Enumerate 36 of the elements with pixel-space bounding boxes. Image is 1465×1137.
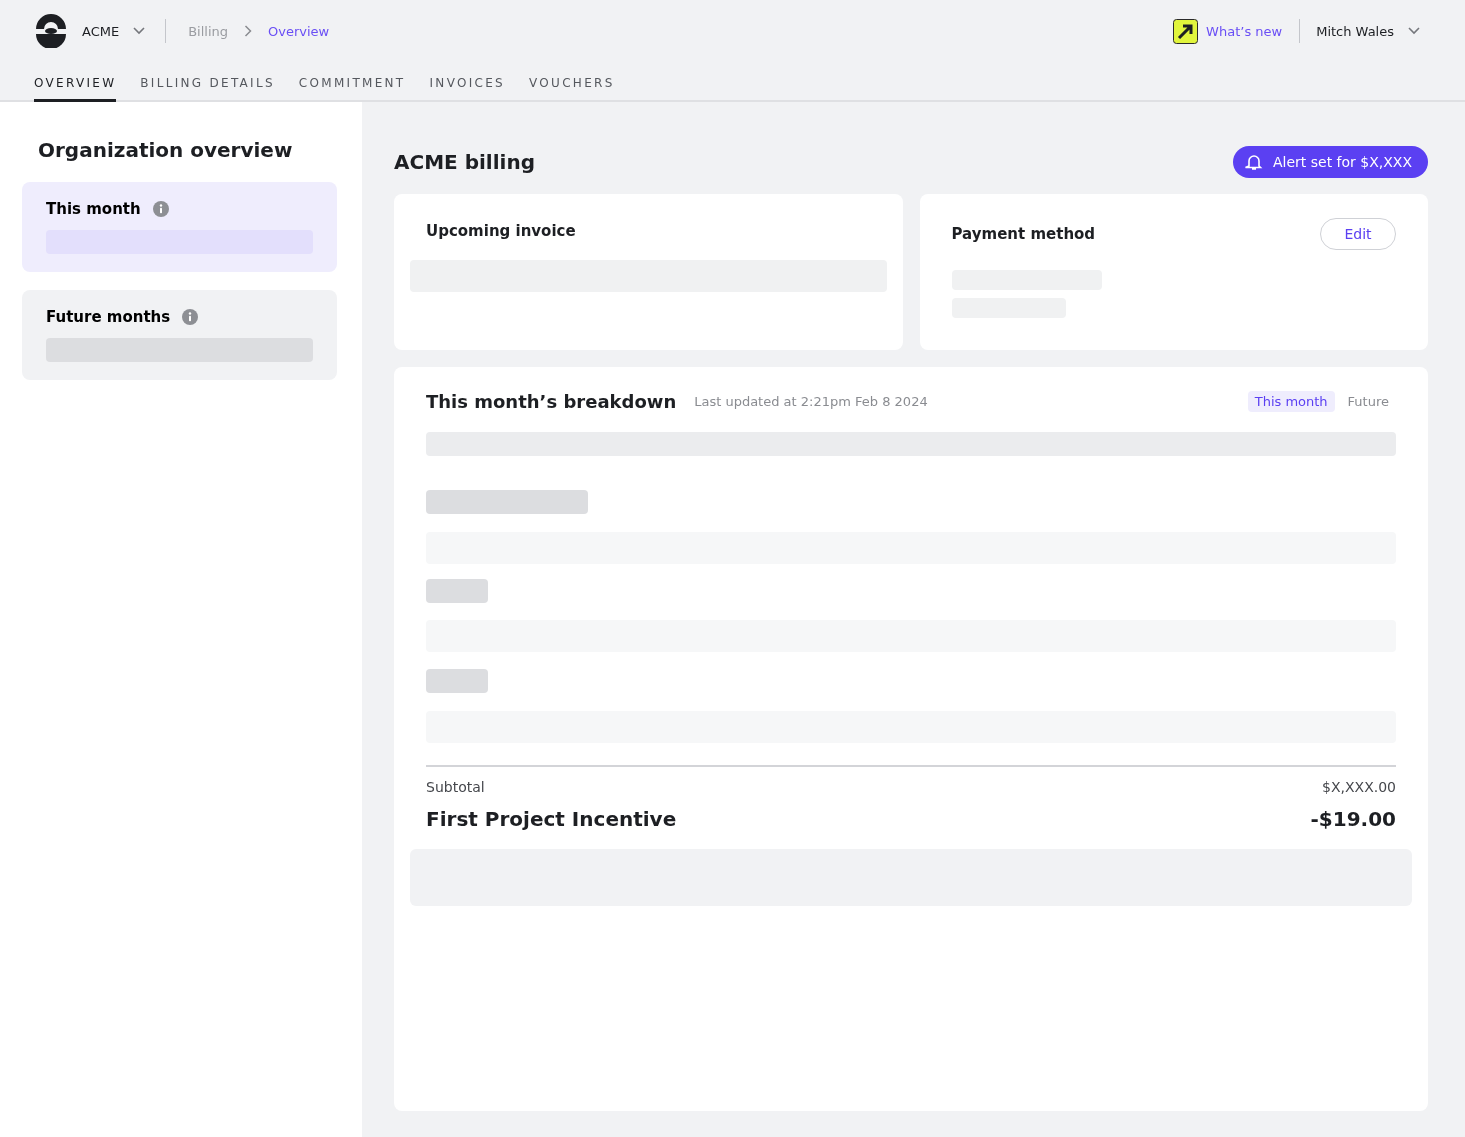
chevron-right-icon bbox=[244, 25, 253, 38]
last-updated-text: Last updated at 2:21pm Feb 8 2024 bbox=[694, 394, 928, 409]
edit-button[interactable]: Edit bbox=[1320, 218, 1396, 250]
subtotal-value: $X,XXX.00 bbox=[1322, 779, 1396, 795]
incentive-label: First Project Incentive bbox=[426, 807, 677, 831]
summary-card[interactable]: Future months bbox=[22, 290, 337, 380]
user-name[interactable]: Mitch Wales bbox=[1316, 23, 1394, 39]
loading-bar bbox=[426, 669, 488, 693]
page-title: ACME billing bbox=[394, 150, 535, 174]
alert-button[interactable]: Alert set for $X,XXX bbox=[1232, 146, 1428, 178]
nav-tab[interactable]: VOUCHERS bbox=[529, 62, 615, 102]
whats-new-link[interactable]: What’s new bbox=[1206, 23, 1283, 39]
chevron-down-icon[interactable] bbox=[133, 27, 146, 36]
subtotal-label: Subtotal bbox=[426, 779, 485, 795]
info-icon[interactable] bbox=[182, 309, 199, 325]
nav-tab[interactable]: INVOICES bbox=[429, 62, 505, 102]
nav-tab[interactable]: COMMITMENT bbox=[298, 62, 406, 102]
card-title: Upcoming invoice bbox=[425, 222, 577, 240]
info-icon[interactable] bbox=[152, 201, 169, 217]
card-label: Future months bbox=[46, 308, 171, 326]
incentive-value: -$19.00 bbox=[1310, 807, 1396, 831]
period-toggle[interactable]: Future bbox=[1340, 391, 1396, 412]
loading-bar bbox=[426, 579, 488, 603]
bell-icon bbox=[1244, 153, 1263, 171]
chevron-down-icon[interactable] bbox=[1408, 27, 1420, 36]
org-name: ACME bbox=[82, 23, 120, 39]
breadcrumb-link[interactable]: Overview bbox=[268, 23, 330, 39]
section-title: This month’s breakdown bbox=[426, 391, 677, 412]
card-label: This month bbox=[46, 200, 141, 218]
summary-card[interactable]: This month bbox=[22, 182, 337, 272]
card-title: Payment method bbox=[951, 225, 1096, 243]
nav-tab[interactable]: BILLING DETAILS bbox=[140, 62, 275, 102]
logo-icon[interactable] bbox=[34, 14, 68, 49]
period-toggle[interactable]: This month bbox=[1247, 391, 1335, 412]
sidebar-title: Organization overview bbox=[38, 138, 294, 162]
arrow-up-right-icon[interactable] bbox=[1173, 18, 1199, 44]
